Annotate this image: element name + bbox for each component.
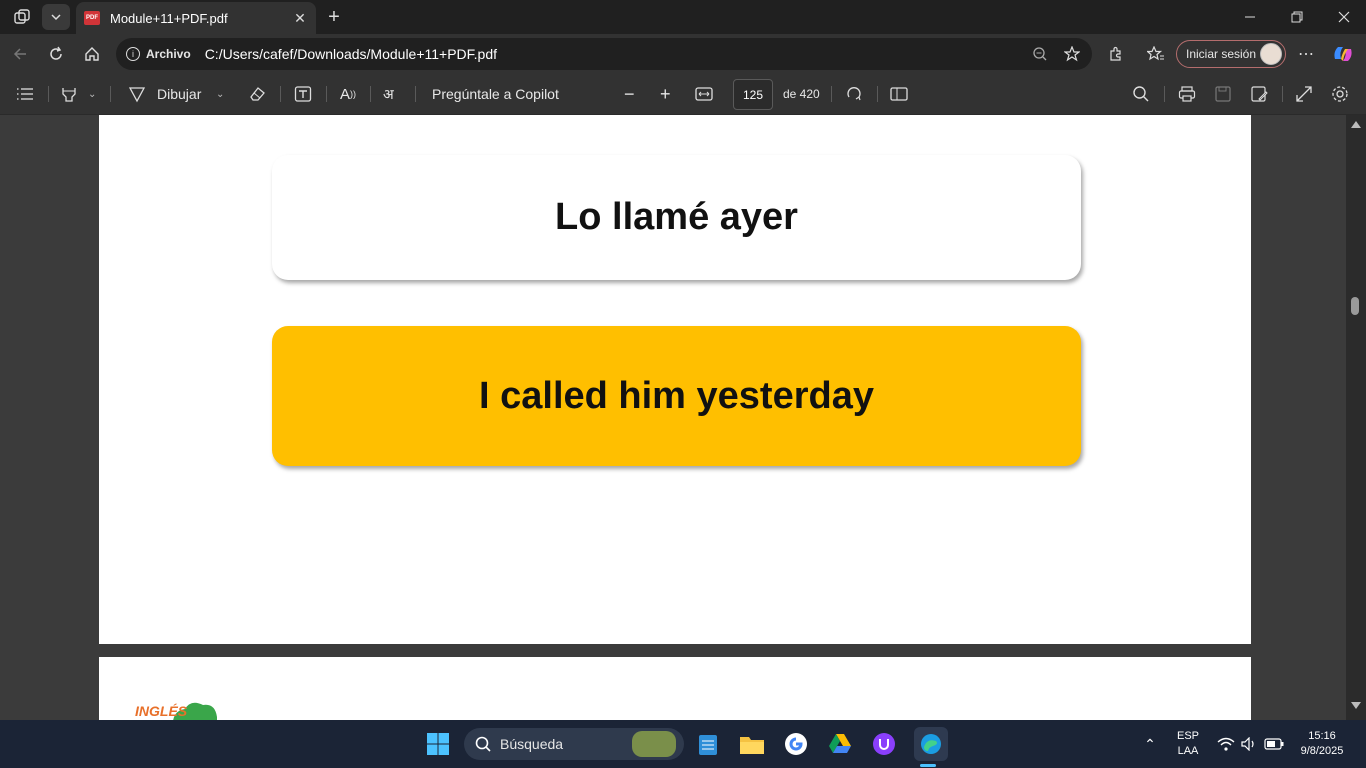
find-icon[interactable]	[1132, 74, 1150, 114]
pdf-toolbar: ⌄ Dibujar ⌄ A)) अ Pregúntale a Copilot −…	[0, 74, 1366, 115]
close-window-icon[interactable]	[1332, 6, 1356, 28]
battery-icon[interactable]	[1260, 730, 1288, 758]
divider	[370, 86, 371, 102]
close-tab-icon[interactable]: ✕	[290, 10, 310, 27]
vertical-scrollbar[interactable]	[1346, 115, 1366, 720]
favorites-icon[interactable]	[1144, 42, 1168, 66]
divider	[326, 86, 327, 102]
home-icon[interactable]	[80, 42, 104, 66]
restore-icon[interactable]	[1285, 6, 1309, 28]
url-text: C:/Users/cafef/Downloads/Module+11+PDF.p…	[204, 46, 498, 62]
divider	[877, 86, 878, 102]
divider	[415, 86, 416, 102]
highlight-icon[interactable]	[60, 74, 78, 114]
english-phrase-text: I called him yesterday	[479, 374, 874, 417]
copilot-icon[interactable]	[1330, 42, 1356, 66]
search-icon	[475, 736, 491, 752]
windows-start-icon[interactable]	[424, 730, 452, 758]
pdf-page-next: INGLÉS	[99, 657, 1251, 720]
translate-icon[interactable]: अ	[383, 74, 394, 114]
zoom-in-icon[interactable]: +	[660, 74, 671, 114]
favorite-star-icon[interactable]	[1062, 44, 1082, 64]
active-app-indicator	[920, 764, 936, 767]
workspaces-icon[interactable]	[10, 6, 34, 28]
clock-date: 9/8/2025	[1300, 745, 1344, 757]
minimize-icon[interactable]	[1238, 6, 1262, 28]
clock-time: 15:16	[1308, 730, 1336, 742]
avatar	[1260, 43, 1282, 65]
more-menu-icon[interactable]: ⋯	[1294, 42, 1318, 66]
clock[interactable]: 15:16 9/8/2025	[1292, 730, 1352, 757]
ask-copilot-button[interactable]: Pregúntale a Copilot	[432, 74, 559, 114]
pdf-viewer[interactable]: Lo llamé ayer I called him yesterday ING…	[0, 115, 1366, 720]
refresh-icon[interactable]	[44, 42, 68, 66]
address-bar-row: i Archivo C:/Users/cafef/Downloads/Modul…	[0, 34, 1366, 74]
contents-list-icon[interactable]	[16, 74, 34, 114]
ingles-logo: INGLÉS	[135, 689, 235, 720]
scroll-up-icon[interactable]	[1351, 121, 1361, 128]
new-tab-icon[interactable]: +	[322, 6, 346, 28]
divider	[1164, 86, 1165, 102]
draw-button[interactable]: Dibujar	[157, 74, 201, 114]
zoom-out-page-icon[interactable]	[1030, 44, 1050, 64]
taskbar-search-input[interactable]: Búsqueda	[464, 728, 684, 760]
language-indicator[interactable]: ESP LAA	[1174, 730, 1202, 757]
tab-actions-chevron-icon[interactable]	[42, 4, 70, 30]
save-icon[interactable]	[1214, 74, 1232, 114]
search-placeholder: Búsqueda	[500, 736, 564, 752]
english-phrase-card: I called him yesterday	[272, 326, 1081, 466]
pdf-page: Lo llamé ayer I called him yesterday	[99, 115, 1251, 644]
notepad-icon[interactable]	[694, 730, 722, 758]
signin-label: Iniciar sesión	[1186, 47, 1257, 61]
logo-text: INGLÉS	[135, 703, 188, 719]
divider	[110, 86, 111, 102]
extensions-icon[interactable]	[1104, 42, 1128, 66]
edge-browser-icon[interactable]	[914, 727, 948, 761]
tab-active[interactable]: PDF Module+11+PDF.pdf ✕	[76, 2, 316, 34]
zoom-out-icon[interactable]: −	[624, 74, 635, 114]
divider	[1282, 86, 1283, 102]
divider	[48, 86, 49, 102]
page-view-icon[interactable]	[890, 74, 908, 114]
text-box-icon[interactable]	[294, 74, 312, 114]
draw-chevron-down-icon[interactable]: ⌄	[216, 74, 224, 114]
eraser-icon[interactable]	[248, 74, 266, 114]
site-info-icon[interactable]: i	[126, 47, 140, 61]
taskbar: Búsqueda ⌃ ESP LAA 15:16 9/8/2025	[0, 720, 1366, 768]
draw-icon[interactable]	[128, 74, 146, 114]
scrollbar-thumb[interactable]	[1351, 297, 1359, 315]
page-total: de 420	[783, 87, 820, 101]
rotate-icon[interactable]	[845, 74, 863, 114]
scroll-down-icon[interactable]	[1351, 702, 1361, 709]
title-bar: PDF Module+11+PDF.pdf ✕ +	[0, 0, 1366, 34]
page-number-input[interactable]: 125	[733, 79, 773, 110]
google-drive-icon[interactable]	[826, 730, 854, 758]
read-aloud-icon[interactable]: A))	[340, 74, 356, 114]
signin-button[interactable]: Iniciar sesión	[1176, 40, 1286, 68]
print-icon[interactable]	[1178, 74, 1196, 114]
divider	[280, 86, 281, 102]
tab-title: Module+11+PDF.pdf	[110, 10, 228, 26]
address-label: Archivo	[146, 47, 191, 61]
lang-bottom: LAA	[1177, 745, 1199, 757]
search-highlight-icon	[632, 731, 676, 757]
udemy-app-icon[interactable]	[870, 730, 898, 758]
google-icon[interactable]	[782, 730, 810, 758]
spanish-phrase-text: Lo llamé ayer	[555, 196, 798, 238]
lang-top: ESP	[1176, 730, 1199, 742]
divider	[831, 86, 832, 102]
spanish-phrase-card: Lo llamé ayer	[272, 155, 1081, 280]
save-as-icon[interactable]	[1250, 74, 1268, 114]
tray-chevron-up-icon[interactable]: ⌃	[1136, 730, 1164, 758]
highlight-chevron-down-icon[interactable]: ⌄	[88, 74, 96, 114]
pdf-favicon-icon: PDF	[84, 11, 100, 25]
fit-width-icon[interactable]	[695, 74, 713, 114]
fullscreen-icon[interactable]	[1295, 74, 1313, 114]
back-icon[interactable]	[8, 42, 32, 66]
address-input[interactable]: i Archivo C:/Users/cafef/Downloads/Modul…	[116, 38, 1092, 70]
settings-gear-icon[interactable]	[1331, 74, 1349, 114]
file-explorer-icon[interactable]	[738, 730, 766, 758]
